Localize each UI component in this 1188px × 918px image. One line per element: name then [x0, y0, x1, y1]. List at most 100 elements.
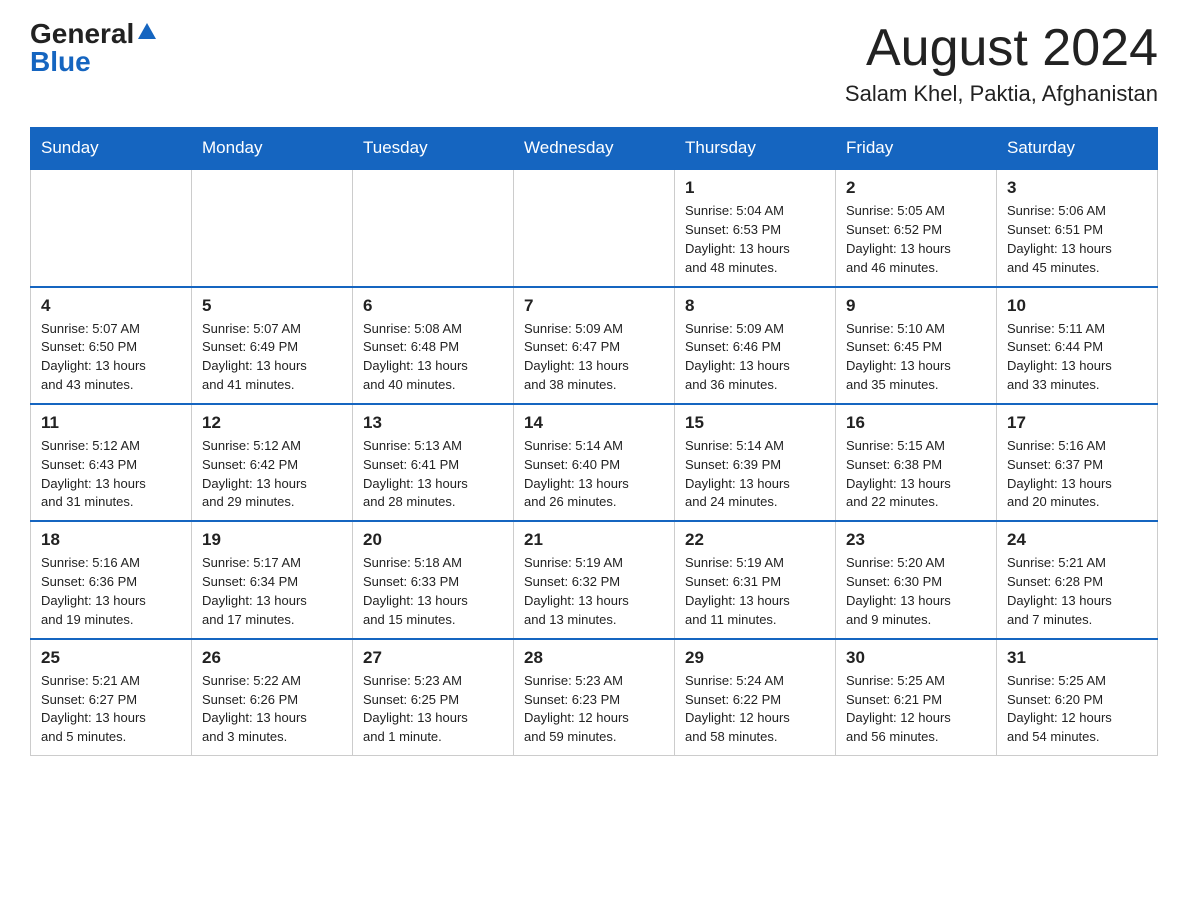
- day-info: Sunrise: 5:14 AMSunset: 6:40 PMDaylight:…: [524, 437, 664, 512]
- day-info: Sunrise: 5:09 AMSunset: 6:47 PMDaylight:…: [524, 320, 664, 395]
- day-number: 16: [846, 413, 986, 433]
- day-info: Sunrise: 5:24 AMSunset: 6:22 PMDaylight:…: [685, 672, 825, 747]
- calendar-cell: 14 Sunrise: 5:14 AMSunset: 6:40 PMDayligh…: [514, 404, 675, 521]
- calendar-cell: 28 Sunrise: 5:23 AMSunset: 6:23 PMDayligh…: [514, 639, 675, 756]
- day-of-week-header: Thursday: [675, 128, 836, 170]
- day-info: Sunrise: 5:05 AMSunset: 6:52 PMDaylight:…: [846, 202, 986, 277]
- calendar-cell: 5 Sunrise: 5:07 AMSunset: 6:49 PMDaylight…: [192, 287, 353, 404]
- day-info: Sunrise: 5:18 AMSunset: 6:33 PMDaylight:…: [363, 554, 503, 629]
- day-of-week-header: Friday: [836, 128, 997, 170]
- day-number: 21: [524, 530, 664, 550]
- calendar-cell: 19 Sunrise: 5:17 AMSunset: 6:34 PMDayligh…: [192, 521, 353, 638]
- calendar-cell: 31 Sunrise: 5:25 AMSunset: 6:20 PMDayligh…: [997, 639, 1158, 756]
- day-number: 27: [363, 648, 503, 668]
- day-number: 3: [1007, 178, 1147, 198]
- day-number: 30: [846, 648, 986, 668]
- day-number: 8: [685, 296, 825, 316]
- day-info: Sunrise: 5:19 AMSunset: 6:32 PMDaylight:…: [524, 554, 664, 629]
- calendar-cell: 23 Sunrise: 5:20 AMSunset: 6:30 PMDayligh…: [836, 521, 997, 638]
- day-number: 10: [1007, 296, 1147, 316]
- calendar-cell: 20 Sunrise: 5:18 AMSunset: 6:33 PMDayligh…: [353, 521, 514, 638]
- calendar-cell: 15 Sunrise: 5:14 AMSunset: 6:39 PMDayligh…: [675, 404, 836, 521]
- calendar-cell: 26 Sunrise: 5:22 AMSunset: 6:26 PMDayligh…: [192, 639, 353, 756]
- calendar-cell: 12 Sunrise: 5:12 AMSunset: 6:42 PMDayligh…: [192, 404, 353, 521]
- calendar-header-row: SundayMondayTuesdayWednesdayThursdayFrid…: [31, 128, 1158, 170]
- day-of-week-header: Wednesday: [514, 128, 675, 170]
- calendar-cell: 10 Sunrise: 5:11 AMSunset: 6:44 PMDayligh…: [997, 287, 1158, 404]
- calendar-cell: 2Sunrise: 5:05 AMSunset: 6:52 PMDaylight…: [836, 169, 997, 286]
- day-number: 18: [41, 530, 181, 550]
- calendar-cell: 4 Sunrise: 5:07 AMSunset: 6:50 PMDaylight…: [31, 287, 192, 404]
- day-number: 6: [363, 296, 503, 316]
- calendar: SundayMondayTuesdayWednesdayThursdayFrid…: [30, 127, 1158, 756]
- day-info: Sunrise: 5:07 AMSunset: 6:50 PMDaylight:…: [41, 320, 181, 395]
- day-number: 28: [524, 648, 664, 668]
- calendar-cell: 27 Sunrise: 5:23 AMSunset: 6:25 PMDayligh…: [353, 639, 514, 756]
- calendar-cell: 13 Sunrise: 5:13 AMSunset: 6:41 PMDayligh…: [353, 404, 514, 521]
- calendar-cell: 22 Sunrise: 5:19 AMSunset: 6:31 PMDayligh…: [675, 521, 836, 638]
- calendar-cell: 7Sunrise: 5:09 AMSunset: 6:47 PMDaylight…: [514, 287, 675, 404]
- day-info: Sunrise: 5:13 AMSunset: 6:41 PMDaylight:…: [363, 437, 503, 512]
- day-number: 25: [41, 648, 181, 668]
- day-number: 20: [363, 530, 503, 550]
- day-info: Sunrise: 5:23 AMSunset: 6:25 PMDaylight:…: [363, 672, 503, 747]
- day-number: 11: [41, 413, 181, 433]
- header: General Blue August 2024 Salam Khel, Pak…: [30, 20, 1158, 107]
- day-info: Sunrise: 5:25 AMSunset: 6:21 PMDaylight:…: [846, 672, 986, 747]
- calendar-cell: 16 Sunrise: 5:15 AMSunset: 6:38 PMDayligh…: [836, 404, 997, 521]
- day-info: Sunrise: 5:14 AMSunset: 6:39 PMDaylight:…: [685, 437, 825, 512]
- logo-icon: [136, 21, 158, 43]
- calendar-cell: 1 Sunrise: 5:04 AMSunset: 6:53 PMDaylight…: [675, 169, 836, 286]
- calendar-cell: [192, 169, 353, 286]
- month-title: August 2024: [845, 20, 1158, 77]
- day-number: 31: [1007, 648, 1147, 668]
- calendar-cell: 29Sunrise: 5:24 AMSunset: 6:22 PMDayligh…: [675, 639, 836, 756]
- day-info: Sunrise: 5:11 AMSunset: 6:44 PMDaylight:…: [1007, 320, 1147, 395]
- week-row: 18 Sunrise: 5:16 AMSunset: 6:36 PMDayligh…: [31, 521, 1158, 638]
- calendar-cell: 18 Sunrise: 5:16 AMSunset: 6:36 PMDayligh…: [31, 521, 192, 638]
- calendar-cell: 30 Sunrise: 5:25 AMSunset: 6:21 PMDayligh…: [836, 639, 997, 756]
- day-number: 5: [202, 296, 342, 316]
- calendar-cell: 17Sunrise: 5:16 AMSunset: 6:37 PMDayligh…: [997, 404, 1158, 521]
- day-info: Sunrise: 5:08 AMSunset: 6:48 PMDaylight:…: [363, 320, 503, 395]
- day-info: Sunrise: 5:16 AMSunset: 6:36 PMDaylight:…: [41, 554, 181, 629]
- day-info: Sunrise: 5:06 AMSunset: 6:51 PMDaylight:…: [1007, 202, 1147, 277]
- calendar-cell: 3 Sunrise: 5:06 AMSunset: 6:51 PMDaylight…: [997, 169, 1158, 286]
- day-number: 26: [202, 648, 342, 668]
- calendar-cell: [353, 169, 514, 286]
- day-info: Sunrise: 5:22 AMSunset: 6:26 PMDaylight:…: [202, 672, 342, 747]
- day-info: Sunrise: 5:17 AMSunset: 6:34 PMDaylight:…: [202, 554, 342, 629]
- day-number: 4: [41, 296, 181, 316]
- week-row: 25 Sunrise: 5:21 AMSunset: 6:27 PMDayligh…: [31, 639, 1158, 756]
- day-number: 19: [202, 530, 342, 550]
- day-info: Sunrise: 5:20 AMSunset: 6:30 PMDaylight:…: [846, 554, 986, 629]
- day-info: Sunrise: 5:10 AMSunset: 6:45 PMDaylight:…: [846, 320, 986, 395]
- day-info: Sunrise: 5:09 AMSunset: 6:46 PMDaylight:…: [685, 320, 825, 395]
- day-info: Sunrise: 5:19 AMSunset: 6:31 PMDaylight:…: [685, 554, 825, 629]
- day-number: 12: [202, 413, 342, 433]
- day-number: 23: [846, 530, 986, 550]
- day-info: Sunrise: 5:12 AMSunset: 6:42 PMDaylight:…: [202, 437, 342, 512]
- day-number: 13: [363, 413, 503, 433]
- day-info: Sunrise: 5:07 AMSunset: 6:49 PMDaylight:…: [202, 320, 342, 395]
- day-info: Sunrise: 5:12 AMSunset: 6:43 PMDaylight:…: [41, 437, 181, 512]
- day-number: 9: [846, 296, 986, 316]
- day-info: Sunrise: 5:21 AMSunset: 6:27 PMDaylight:…: [41, 672, 181, 747]
- logo-blue-text: Blue: [30, 46, 91, 78]
- calendar-cell: 21 Sunrise: 5:19 AMSunset: 6:32 PMDayligh…: [514, 521, 675, 638]
- day-number: 15: [685, 413, 825, 433]
- day-info: Sunrise: 5:23 AMSunset: 6:23 PMDaylight:…: [524, 672, 664, 747]
- day-number: 22: [685, 530, 825, 550]
- day-info: Sunrise: 5:21 AMSunset: 6:28 PMDaylight:…: [1007, 554, 1147, 629]
- calendar-cell: 24 Sunrise: 5:21 AMSunset: 6:28 PMDayligh…: [997, 521, 1158, 638]
- day-info: Sunrise: 5:15 AMSunset: 6:38 PMDaylight:…: [846, 437, 986, 512]
- calendar-cell: 25 Sunrise: 5:21 AMSunset: 6:27 PMDayligh…: [31, 639, 192, 756]
- day-info: Sunrise: 5:04 AMSunset: 6:53 PMDaylight:…: [685, 202, 825, 277]
- day-number: 17: [1007, 413, 1147, 433]
- day-number: 14: [524, 413, 664, 433]
- day-info: Sunrise: 5:25 AMSunset: 6:20 PMDaylight:…: [1007, 672, 1147, 747]
- calendar-cell: 8 Sunrise: 5:09 AMSunset: 6:46 PMDaylight…: [675, 287, 836, 404]
- day-number: 1: [685, 178, 825, 198]
- day-number: 24: [1007, 530, 1147, 550]
- calendar-cell: 6 Sunrise: 5:08 AMSunset: 6:48 PMDaylight…: [353, 287, 514, 404]
